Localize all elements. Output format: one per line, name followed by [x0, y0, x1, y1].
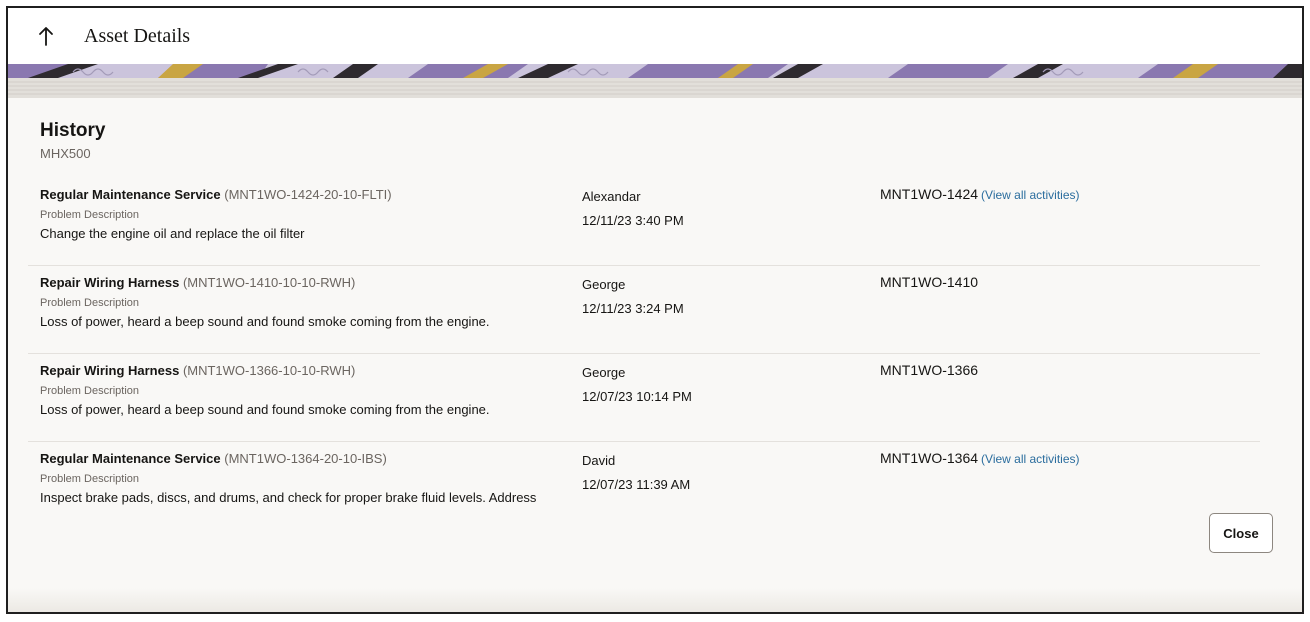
work-order-name: Repair Wiring Harness: [40, 275, 180, 290]
work-order-ref: MNT1WO-1366: [880, 362, 1260, 380]
performed-by: David 12/07/23 11:39 AM: [582, 453, 822, 492]
page-title: Asset Details: [84, 24, 191, 47]
timestamp: 12/11/23 3:40 PM: [582, 213, 684, 228]
work-order-number: MNT1WO-1364: [880, 450, 979, 466]
arrow-up-icon: [39, 27, 53, 46]
timestamp: 12/07/23 10:14 PM: [582, 389, 692, 404]
history-panel: History MHX500 Regular Maintenance Servi…: [8, 98, 1302, 612]
work-order-name: Repair Wiring Harness: [40, 363, 180, 378]
footer-divider: [8, 588, 1302, 612]
person-name: George: [582, 365, 626, 380]
performed-by: George 12/11/23 3:24 PM: [582, 277, 822, 316]
close-button[interactable]: Close: [1209, 513, 1273, 553]
work-order-info: Regular Maintenance Service (MNT1WO-1424…: [40, 187, 570, 241]
timestamp: 12/11/23 3:24 PM: [582, 301, 684, 316]
view-all-activities-link[interactable]: (View all activities): [981, 188, 1079, 202]
work-order-title: Repair Wiring Harness (MNT1WO-1366-10-10…: [40, 363, 570, 378]
work-order-code: (MNT1WO-1410-10-10-RWH): [182, 275, 356, 290]
problem-label: Problem Description: [40, 385, 140, 397]
work-order-number: MNT1WO-1366: [880, 362, 979, 378]
decorative-banner: [8, 64, 1302, 98]
asset-details-dialog: Asset Details History MHX500 Regular Mai…: [6, 6, 1304, 614]
work-order-ref: MNT1WO-1364 (View all activities): [880, 450, 1260, 468]
work-order-info: Regular Maintenance Service (MNT1WO-1364…: [40, 451, 570, 505]
problem-label: Problem Description: [40, 473, 140, 485]
work-order-info: Repair Wiring Harness (MNT1WO-1410-10-10…: [40, 275, 570, 329]
back-button[interactable]: [26, 16, 66, 56]
person-name: George: [582, 277, 626, 292]
history-list[interactable]: Regular Maintenance Service (MNT1WO-1424…: [28, 178, 1260, 513]
problem-label: Problem Description: [40, 297, 140, 309]
list-item[interactable]: Regular Maintenance Service (MNT1WO-1424…: [28, 178, 1260, 266]
problem-label: Problem Description: [40, 209, 140, 221]
section-title: History: [40, 120, 106, 141]
work-order-info: Repair Wiring Harness (MNT1WO-1366-10-10…: [40, 363, 570, 417]
problem-description: Inspect brake pads, discs, and drums, an…: [40, 490, 537, 505]
problem-description: Loss of power, heard a beep sound and fo…: [40, 402, 490, 417]
work-order-code: (MNT1WO-1364-20-10-IBS): [224, 451, 387, 466]
person-name: Alexandar: [582, 189, 641, 204]
problem-description: Loss of power, heard a beep sound and fo…: [40, 314, 490, 329]
work-order-ref: MNT1WO-1424 (View all activities): [880, 186, 1260, 204]
work-order-title: Regular Maintenance Service (MNT1WO-1424…: [40, 187, 570, 202]
work-order-number: MNT1WO-1410: [880, 274, 979, 290]
list-item[interactable]: Regular Maintenance Service (MNT1WO-1364…: [28, 442, 1260, 513]
work-order-code: (MNT1WO-1366-10-10-RWH): [182, 363, 356, 378]
header: Asset Details: [8, 8, 1302, 64]
work-order-ref: MNT1WO-1410: [880, 274, 1260, 292]
list-item[interactable]: Repair Wiring Harness (MNT1WO-1410-10-10…: [28, 266, 1260, 354]
list-item[interactable]: Repair Wiring Harness (MNT1WO-1366-10-10…: [28, 354, 1260, 442]
performed-by: Alexandar 12/11/23 3:40 PM: [582, 189, 822, 228]
view-all-activities-link[interactable]: (View all activities): [981, 452, 1079, 466]
work-order-name: Regular Maintenance Service: [40, 187, 221, 202]
problem-description: Change the engine oil and replace the oi…: [40, 226, 305, 241]
timestamp: 12/07/23 11:39 AM: [582, 477, 691, 492]
person-name: David: [582, 453, 616, 468]
work-order-code: (MNT1WO-1424-20-10-FLTI): [224, 187, 392, 202]
performed-by: George 12/07/23 10:14 PM: [582, 365, 822, 404]
work-order-number: MNT1WO-1424: [880, 186, 979, 202]
work-order-title: Regular Maintenance Service (MNT1WO-1364…: [40, 451, 570, 466]
asset-code: MHX500: [40, 146, 91, 161]
work-order-title: Repair Wiring Harness (MNT1WO-1410-10-10…: [40, 275, 570, 290]
work-order-name: Regular Maintenance Service: [40, 451, 221, 466]
